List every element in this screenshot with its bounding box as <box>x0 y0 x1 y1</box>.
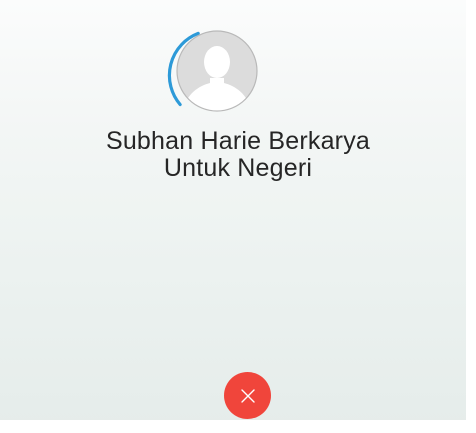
close-x-icon <box>240 388 255 403</box>
contact-name: Subhan Harie Berkarya Untuk Negeri <box>105 127 371 182</box>
outgoing-call-screen: Subhan Harie Berkarya Untuk Negeri <box>0 0 476 433</box>
screen-edge-right <box>466 0 476 433</box>
default-person-avatar-icon <box>167 30 258 112</box>
caller-avatar <box>158 26 268 116</box>
screen-edge-bottom <box>0 420 476 433</box>
end-call-button[interactable] <box>224 372 271 419</box>
